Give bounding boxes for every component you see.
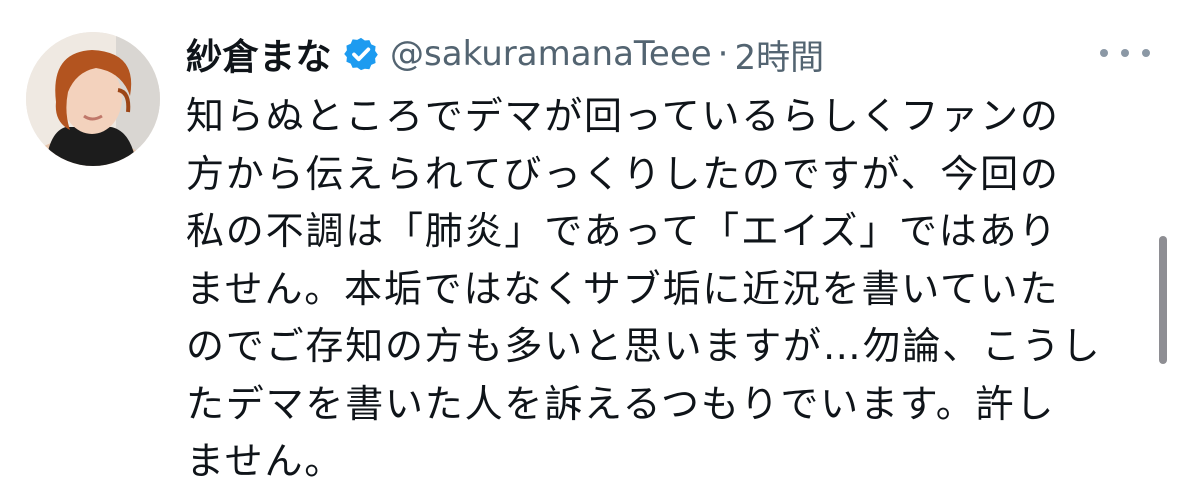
more-dot <box>1100 49 1108 57</box>
tweet-text-line: ません。本垢ではなくサブ垢に近況を書いていた <box>186 266 1060 311</box>
username-handle[interactable]: @sakuramanaTeee <box>390 34 712 74</box>
tweet-text-line: たデマを書いた人を訴えるつもりでいます。許し <box>186 381 1056 426</box>
tweet-header: 紗倉まな @sakuramanaTeee · 2時間 <box>186 24 824 84</box>
avatar-photo <box>26 32 160 166</box>
tweet-text: 知らぬところでデマが回っているらしくファンの 方から伝えられてびっくりしたのです… <box>186 88 1126 491</box>
tweet-text-line: ません。 <box>186 439 345 483</box>
tweet-text-line: 方から伝えられてびっくりしたのですが、今回の <box>186 151 1060 196</box>
scrollbar[interactable] <box>1159 236 1167 364</box>
avatar[interactable] <box>26 32 160 166</box>
tweet: 紗倉まな @sakuramanaTeee · 2時間 知らぬところでデマが回って… <box>0 0 1179 498</box>
more-dot <box>1121 49 1129 57</box>
display-name[interactable]: 紗倉まな <box>186 28 332 80</box>
separator-dot: · <box>717 34 729 74</box>
tweet-text-line: のでご存知の方も多いと思いますが…勿論、こうし <box>186 324 1102 368</box>
timestamp[interactable]: 2時間 <box>734 30 824 79</box>
verified-badge-icon <box>342 35 380 73</box>
more-options-icon[interactable] <box>1100 38 1150 68</box>
more-dot <box>1142 49 1150 57</box>
tweet-text-line: 私の不調は「肺炎」であって「エイズ」ではあり <box>186 209 1059 253</box>
tweet-text-line: 知らぬところでデマが回っているらしくファンの <box>186 94 1060 138</box>
